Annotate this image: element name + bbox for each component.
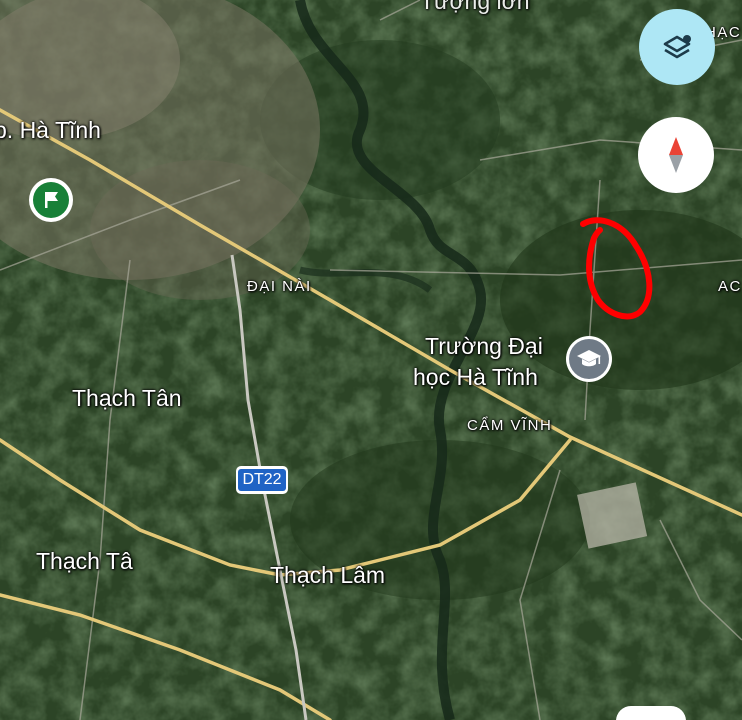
road-shield-dt22: DT22 [236, 466, 288, 494]
bottom-sheet-handle[interactable] [616, 706, 686, 720]
city-marker[interactable] [29, 178, 73, 222]
label-university-line1: Trường Đại [425, 333, 543, 359]
compass-button[interactable] [638, 117, 714, 193]
satellite-imagery [0, 0, 742, 720]
layers-button[interactable] [639, 9, 715, 85]
flag-pin-icon [33, 182, 69, 218]
label-university-line2: học Hà Tĩnh [413, 364, 538, 390]
label-thach-tan: Thạch Tân [72, 385, 182, 411]
road-shield-text: DT22 [238, 469, 286, 491]
graduation-cap-icon [569, 339, 609, 379]
layers-icon [663, 35, 691, 59]
map-view[interactable]: Tượng lơn p. Hà Tĩnh ĐẠI NÀI Trường Đại … [0, 0, 742, 720]
label-city: p. Hà Tĩnh [0, 117, 101, 143]
label-cam-vinh: CẨM VĨNH [467, 417, 553, 434]
university-marker[interactable] [566, 336, 612, 382]
label-right-mid-partial: AC [718, 278, 742, 295]
label-top-partial: Tượng lơn [420, 0, 530, 14]
label-thach-ta: Thạch Tâ [36, 548, 133, 574]
label-thach-lam: Thạch Lâm [270, 562, 386, 588]
label-dai-nai: ĐẠI NÀI [247, 278, 312, 295]
compass-icon [669, 137, 683, 173]
